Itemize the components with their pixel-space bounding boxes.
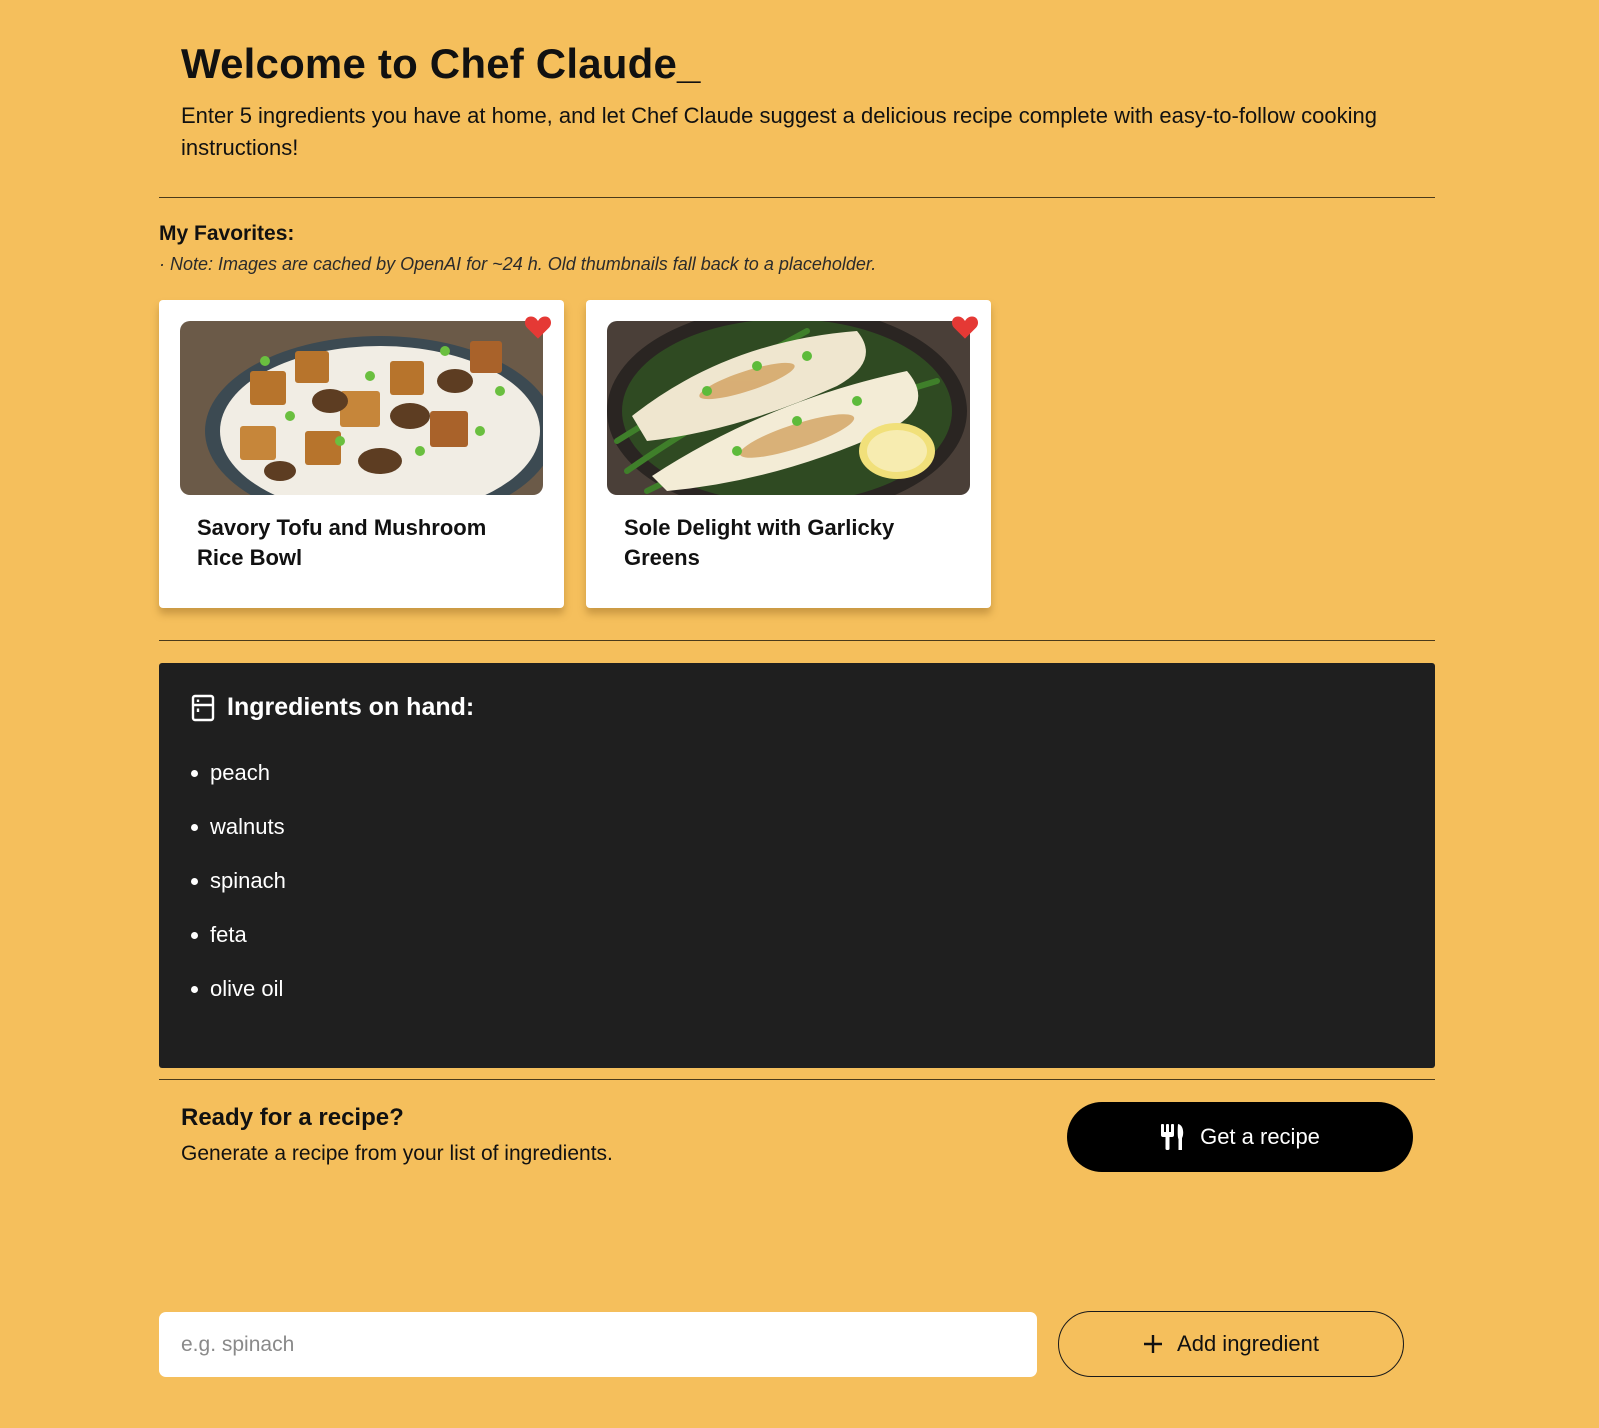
recipe-name: Savory Tofu and Mushroom Rice Bowl — [197, 515, 487, 570]
recipe-thumbnail — [180, 321, 543, 495]
page: Welcome to Chef Claude_ Enter 5 ingredie… — [159, 0, 1435, 1377]
heart-icon[interactable] — [524, 314, 552, 340]
divider — [159, 197, 1435, 198]
recipe-name: Sole Delight with Garlicky Greens — [624, 515, 895, 570]
list-item: olive oil — [191, 962, 1403, 1016]
page-title: Welcome to Chef Claude_ — [181, 40, 701, 87]
bullet — [191, 823, 198, 831]
ingredient-input[interactable] — [159, 1312, 1037, 1377]
ingredients-header: Ingredients on hand: — [191, 693, 1403, 722]
get-recipe-button[interactable]: Get a recipe — [1067, 1102, 1413, 1172]
list-item: peach — [191, 746, 1403, 800]
utensils-icon — [1161, 1124, 1184, 1150]
divider — [159, 640, 1435, 641]
ready-title: Ready for a recipe? — [181, 1104, 404, 1131]
favorites-list: Savory Tofu and Mushroom Rice Bowl Sole … — [159, 300, 991, 608]
bullet — [191, 877, 198, 885]
add-ingredient-label: Add ingredient — [1177, 1331, 1319, 1356]
ingredients-list: peach walnuts spinach feta olive oil — [191, 746, 1403, 1016]
recipe-thumbnail — [607, 321, 970, 495]
add-ingredient-button[interactable]: Add ingredient — [1058, 1311, 1404, 1377]
add-ingredient-form — [159, 1312, 1037, 1377]
list-item: spinach — [191, 854, 1403, 908]
bullet — [191, 931, 198, 939]
ingredient-name: olive oil — [210, 976, 284, 1001]
bullet — [191, 985, 198, 993]
favorites-note: · Note: Images are cached by OpenAI for … — [159, 254, 877, 274]
ingredient-name: peach — [210, 760, 270, 785]
list-item: feta — [191, 908, 1403, 962]
favorites-title: My Favorites: — [159, 222, 295, 245]
divider — [159, 1079, 1435, 1080]
favorite-card[interactable]: Savory Tofu and Mushroom Rice Bowl — [159, 300, 564, 608]
plus-icon — [1144, 1335, 1163, 1353]
ingredients-panel: Ingredients on hand: peach walnuts spina… — [159, 663, 1435, 1068]
fridge-icon — [191, 694, 215, 721]
favorite-card[interactable]: Sole Delight with Garlicky Greens — [586, 300, 991, 608]
bullet — [191, 769, 198, 777]
header: Welcome to Chef Claude_ Enter 5 ingredie… — [159, 0, 1435, 164]
get-recipe-label: Get a recipe — [1200, 1124, 1320, 1149]
ready-section: Ready for a recipe? Generate a recipe fr… — [181, 1104, 613, 1166]
list-item: walnuts — [191, 800, 1403, 854]
ready-description: Generate a recipe from your list of ingr… — [181, 1142, 613, 1165]
ingredients-heading: Ingredients on hand: — [227, 693, 475, 721]
ingredient-name: walnuts — [210, 814, 285, 839]
page-subtitle: Enter 5 ingredients you have at home, an… — [181, 103, 1378, 160]
ingredient-name: spinach — [210, 868, 286, 893]
ingredient-name: feta — [210, 922, 247, 947]
heart-icon[interactable] — [951, 314, 979, 340]
